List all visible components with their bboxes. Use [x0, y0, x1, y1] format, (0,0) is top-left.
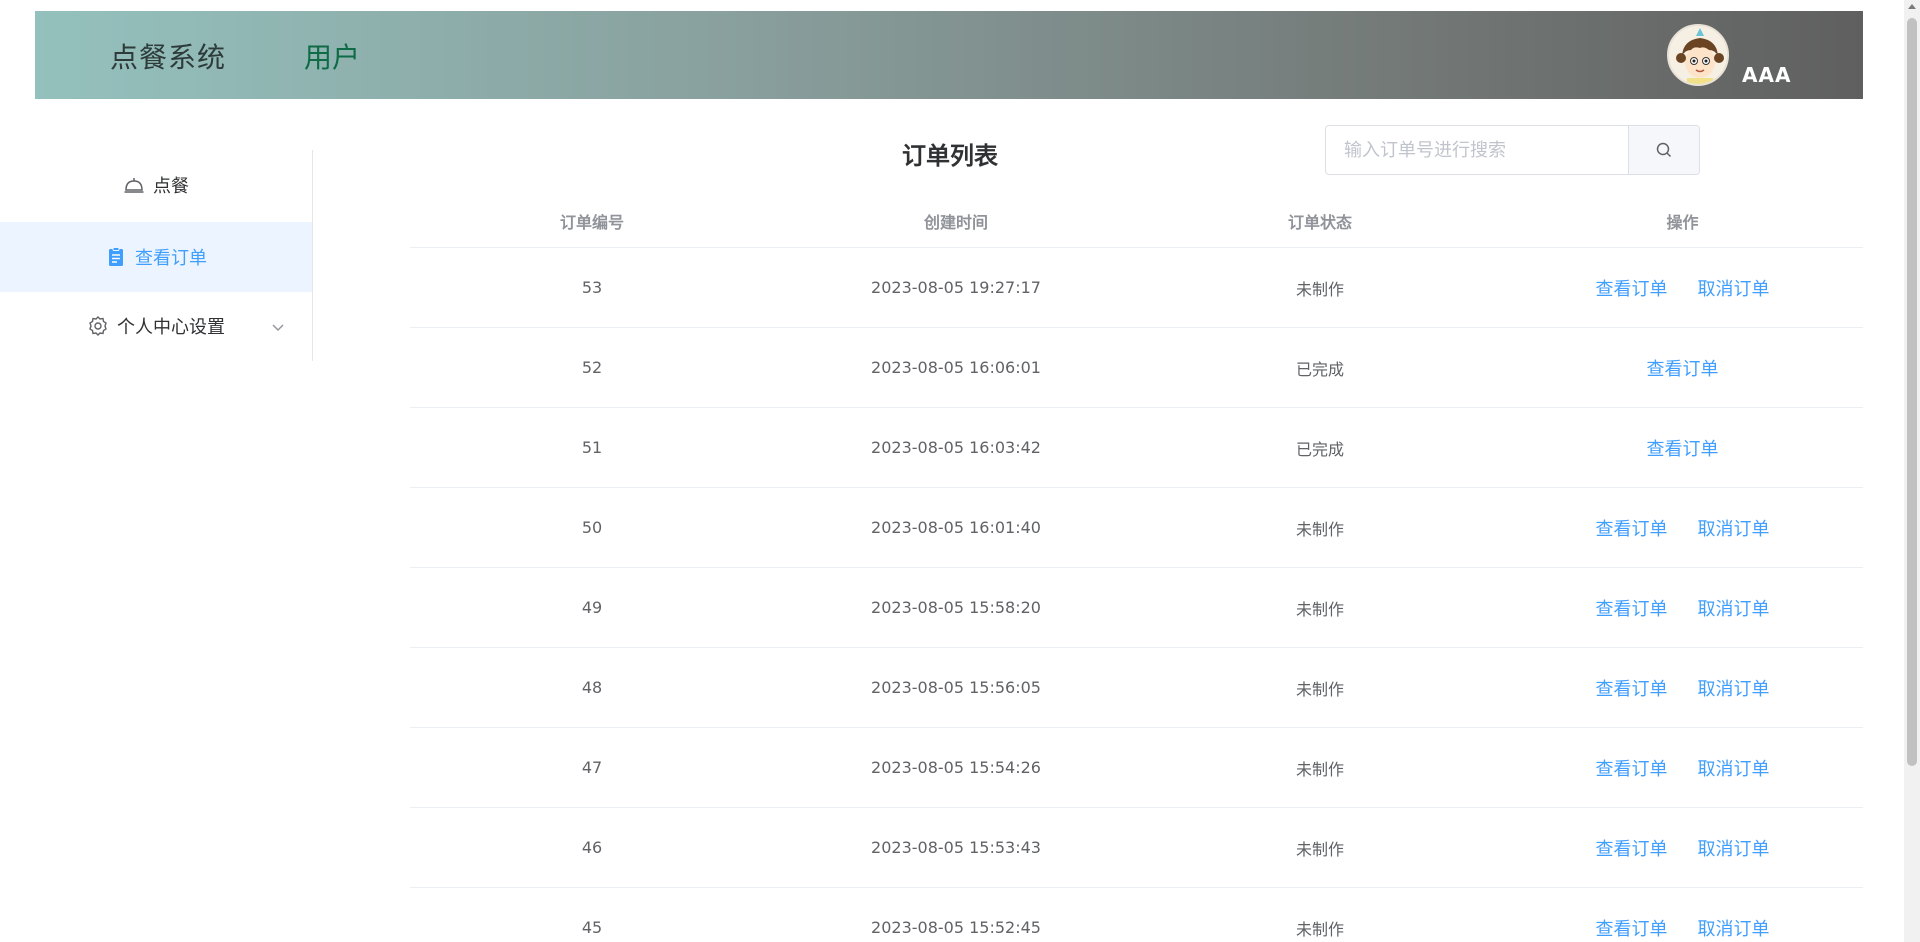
brand-title: 点餐系统: [110, 41, 227, 74]
search-icon: [1656, 142, 1672, 158]
cancel-order-button[interactable]: 取消订单: [1698, 915, 1770, 941]
table-row: 46 2023-08-05 15:53:43 未制作 查看订单 取消订单: [410, 808, 1863, 888]
search-button[interactable]: [1628, 126, 1699, 174]
table-row: 45 2023-08-05 15:52:45 未制作 查看订单 取消订单: [410, 888, 1863, 942]
table-row: 47 2023-08-05 15:54:26 未制作 查看订单 取消订单: [410, 728, 1863, 808]
cancel-order-button[interactable]: 取消订单: [1698, 595, 1770, 621]
table-header: 订单编号 创建时间 订单状态 操作: [410, 195, 1863, 248]
actions-cell: 查看订单: [1502, 328, 1863, 407]
table-row: 50 2023-08-05 16:01:40 未制作 查看订单 取消订单: [410, 488, 1863, 568]
order-id-cell: 47: [581, 758, 603, 777]
cancel-order-button[interactable]: 取消订单: [1698, 755, 1770, 781]
view-order-button[interactable]: 查看订单: [1647, 355, 1719, 381]
status-cell: 未制作: [1295, 279, 1344, 299]
cancel-order-button[interactable]: 取消订单: [1698, 515, 1770, 541]
column-header-created-time: 创建时间: [923, 213, 988, 232]
sidebar-item-profile-settings[interactable]: 个人中心设置: [0, 291, 312, 361]
created-time-cell: 2023-08-05 16:06:01: [871, 358, 1041, 377]
gear-icon: [87, 315, 109, 337]
food-bell-icon: [123, 174, 145, 196]
order-id-cell: 52: [581, 358, 603, 377]
created-time-cell: 2023-08-05 16:03:42: [871, 438, 1041, 457]
status-cell: 未制作: [1295, 519, 1344, 539]
avatar-cartoon-icon: [1669, 26, 1727, 84]
search-input[interactable]: [1326, 126, 1628, 174]
actions-cell: 查看订单 取消订单: [1502, 568, 1863, 647]
order-id-cell: 50: [581, 518, 603, 537]
view-order-button[interactable]: 查看订单: [1596, 675, 1668, 701]
search-box: [1325, 125, 1700, 175]
status-cell: 未制作: [1295, 839, 1344, 859]
table-row: 53 2023-08-05 19:27:17 未制作 查看订单 取消订单: [410, 248, 1863, 328]
sidebar-item-label: 点餐: [153, 176, 189, 197]
actions-cell: 查看订单 取消订单: [1502, 888, 1863, 942]
view-order-button[interactable]: 查看订单: [1596, 515, 1668, 541]
created-time-cell: 2023-08-05 15:54:26: [871, 758, 1041, 777]
clipboard-icon: [105, 246, 127, 268]
cancel-order-button[interactable]: 取消订单: [1698, 275, 1770, 301]
status-cell: 未制作: [1295, 599, 1344, 619]
created-time-cell: 2023-08-05 15:58:20: [871, 598, 1041, 617]
view-order-button[interactable]: 查看订单: [1596, 275, 1668, 301]
avatar[interactable]: [1667, 24, 1729, 86]
sidebar-item-label: 查看订单: [135, 248, 207, 269]
cancel-order-button[interactable]: 取消订单: [1698, 835, 1770, 861]
view-order-button[interactable]: 查看订单: [1596, 915, 1668, 941]
created-time-cell: 2023-08-05 15:53:43: [871, 838, 1041, 857]
order-id-cell: 46: [581, 838, 603, 857]
order-id-cell: 45: [581, 918, 603, 937]
actions-cell: 查看订单 取消订单: [1502, 248, 1863, 327]
view-order-button[interactable]: 查看订单: [1647, 435, 1719, 461]
view-order-button[interactable]: 查看订单: [1596, 755, 1668, 781]
created-time-cell: 2023-08-05 19:27:17: [871, 278, 1041, 297]
cancel-order-button[interactable]: 取消订单: [1698, 675, 1770, 701]
sidebar-item-label: 个人中心设置: [117, 317, 225, 338]
status-cell: 未制作: [1295, 919, 1344, 939]
actions-cell: 查看订单 取消订单: [1502, 808, 1863, 887]
role-label: 用户: [304, 41, 361, 74]
sidebar-menu: 点餐 查看订单 个人中心设置: [0, 150, 313, 361]
scrollbar[interactable]: [1904, 0, 1920, 942]
created-time-cell: 2023-08-05 15:52:45: [871, 918, 1041, 937]
chevron-down-icon: [271, 318, 285, 339]
status-cell: 已完成: [1295, 359, 1344, 379]
order-id-cell: 53: [581, 278, 603, 297]
username[interactable]: AAA: [1742, 63, 1791, 87]
actions-cell: 查看订单 取消订单: [1502, 648, 1863, 727]
column-header-order-id: 订单编号: [559, 213, 624, 232]
order-id-cell: 48: [581, 678, 603, 697]
created-time-cell: 2023-08-05 16:01:40: [871, 518, 1041, 537]
page-title: 订单列表: [902, 142, 998, 170]
status-cell: 未制作: [1295, 759, 1344, 779]
order-id-cell: 49: [581, 598, 603, 617]
sidebar-item-order-food[interactable]: 点餐: [0, 150, 312, 220]
actions-cell: 查看订单: [1502, 408, 1863, 487]
scrollbar-thumb[interactable]: [1907, 18, 1917, 766]
table-row: 49 2023-08-05 15:58:20 未制作 查看订单 取消订单: [410, 568, 1863, 648]
actions-cell: 查看订单 取消订单: [1502, 488, 1863, 567]
app-root: 点餐系统 用户 AAA 点餐 查看订单 个人中心设置 订单列表 输入订单号进行搜…: [0, 0, 1920, 942]
order-id-cell: 51: [581, 438, 603, 457]
scroll-up-arrow-icon[interactable]: [1908, 4, 1916, 9]
column-header-status: 订单状态: [1287, 213, 1352, 232]
table-row: 52 2023-08-05 16:06:01 已完成 查看订单: [410, 328, 1863, 408]
view-order-button[interactable]: 查看订单: [1596, 835, 1668, 861]
table-body: 53 2023-08-05 19:27:17 未制作 查看订单 取消订单 52 2023-0…: [410, 248, 1863, 942]
created-time-cell: 2023-08-05 15:56:05: [871, 678, 1041, 697]
status-cell: 未制作: [1295, 679, 1344, 699]
table-row: 51 2023-08-05 16:03:42 已完成 查看订单: [410, 408, 1863, 488]
column-header-actions: 操作: [1666, 213, 1699, 232]
view-order-button[interactable]: 查看订单: [1596, 595, 1668, 621]
status-cell: 已完成: [1295, 439, 1344, 459]
orders-table: 订单编号 创建时间 订单状态 操作 53 2023-08-05 19:27:17 未…: [410, 195, 1863, 942]
top-header: 点餐系统 用户 AAA: [35, 11, 1863, 99]
table-row: 48 2023-08-05 15:56:05 未制作 查看订单 取消订单: [410, 648, 1863, 728]
actions-cell: 查看订单 取消订单: [1502, 728, 1863, 807]
sidebar-item-view-orders[interactable]: 查看订单: [0, 222, 312, 292]
